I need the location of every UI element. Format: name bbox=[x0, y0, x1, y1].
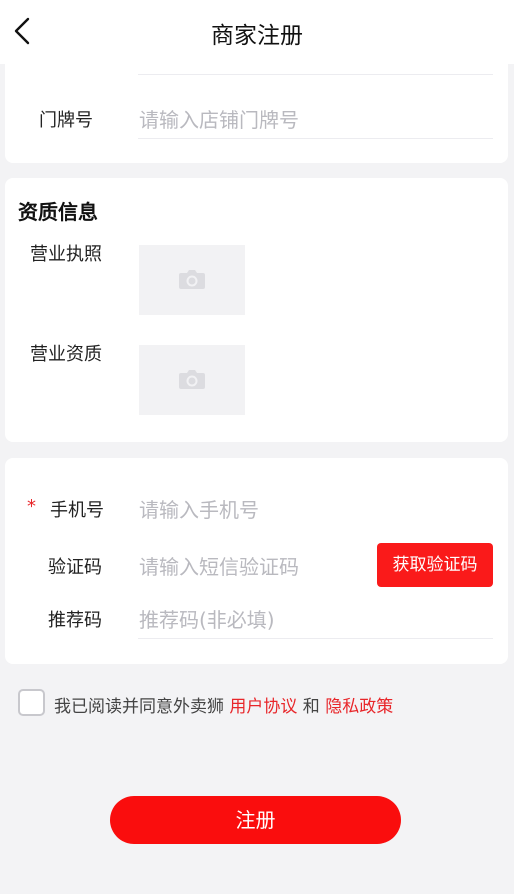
user-agreement-link[interactable]: 用户协议 bbox=[229, 697, 297, 717]
page-title: 商家注册 bbox=[211, 23, 303, 49]
agreement-text: 我已阅读并同意外卖狮 用户协议 和 隐私政策 bbox=[54, 692, 393, 717]
section-title: 资质信息 bbox=[18, 200, 98, 224]
business-qualification-label: 营业资质 bbox=[30, 344, 102, 365]
referral-label: 推荐码 bbox=[48, 610, 102, 631]
agreement-conjunction: 和 bbox=[297, 697, 326, 717]
referral-divider bbox=[138, 638, 493, 639]
store-address-divider bbox=[138, 74, 493, 75]
privacy-policy-link[interactable]: 隐私政策 bbox=[325, 697, 393, 717]
code-label: 验证码 bbox=[48, 557, 102, 578]
agreement-prefix: 我已阅读并同意外卖狮 bbox=[54, 697, 230, 717]
business-license-upload[interactable] bbox=[139, 245, 245, 315]
camera-icon bbox=[179, 370, 205, 389]
qualification-card: 资质信息 营业执照 营业资质 bbox=[5, 178, 508, 442]
header-bar: 商家注册 bbox=[0, 0, 514, 64]
account-card: * 手机号 请输入手机号 验证码 请输入短信验证码 获取验证码 推荐码 推荐码(… bbox=[5, 458, 508, 664]
door-number-label: 门牌号 bbox=[39, 110, 93, 131]
business-license-label: 营业执照 bbox=[30, 244, 102, 265]
get-code-button[interactable]: 获取验证码 bbox=[377, 543, 493, 587]
register-button[interactable]: 注册 bbox=[110, 796, 401, 844]
business-qualification-upload[interactable] bbox=[139, 345, 245, 415]
door-number-input[interactable]: 请输入店铺门牌号 bbox=[139, 104, 489, 133]
camera-icon bbox=[179, 270, 205, 289]
phone-input[interactable]: 请输入手机号 bbox=[139, 494, 489, 523]
door-number-divider bbox=[138, 138, 493, 139]
agreement-checkbox[interactable] bbox=[18, 689, 45, 716]
code-input[interactable]: 请输入短信验证码 bbox=[139, 551, 369, 580]
required-mark: * bbox=[27, 496, 36, 517]
phone-label: 手机号 bbox=[50, 500, 104, 521]
referral-input[interactable]: 推荐码(非必填) bbox=[139, 604, 489, 633]
